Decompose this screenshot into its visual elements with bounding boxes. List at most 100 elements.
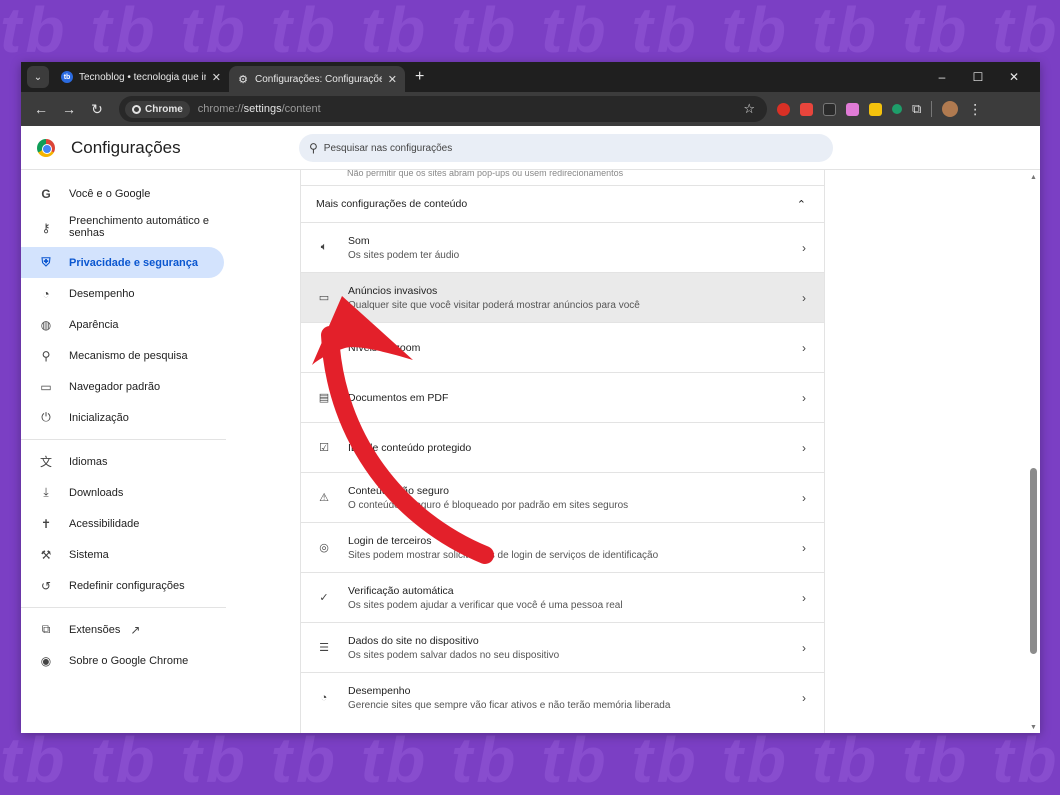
sidebar-item-performance[interactable]: ◔ Desempenho <box>21 278 231 309</box>
row-title: Verificação automática <box>348 584 454 597</box>
download-icon: ⤓ <box>43 485 49 499</box>
sidebar-item-appearance[interactable]: ◍ Aparência <box>21 309 231 340</box>
row-sound[interactable]: 🔈︎ Som Os sites podem ter áudio › <box>301 222 824 272</box>
row-intrusive-ads[interactable]: ▭ Anúncios invasivos Qualquer site que voc… <box>301 272 824 322</box>
scrollbar-thumb[interactable] <box>1030 468 1037 654</box>
row-title: Anúncios invasivos <box>348 284 438 297</box>
sidebar-item-system[interactable]: ⚒ Sistema <box>21 539 231 570</box>
close-window-button[interactable]: ✕ <box>996 70 1032 84</box>
row-subtitle: Qualquer site que você visitar poderá mo… <box>348 299 640 311</box>
tb-icon: tb <box>61 71 73 83</box>
partial-row-text: Não permitir que os sites abram pop-ups … <box>301 170 824 186</box>
sidebar-item-label: Sobre o Google Chrome <box>69 654 189 667</box>
sidebar-item-label: Privacidade e segurança <box>69 256 199 269</box>
avatar[interactable] <box>942 101 959 117</box>
row-performance[interactable]: ◔ Desempenho Gerencie sites que sempre vão… <box>301 672 824 722</box>
extension-pink-icon[interactable] <box>846 102 859 116</box>
tab-tecnoblog[interactable]: tb Tecnoblog • tecnologia que inte ✕ <box>53 62 229 92</box>
search-placeholder: Pesquisar nas configurações <box>323 142 453 154</box>
sidebar-item-label: Extensões <box>69 623 121 636</box>
maximize-button[interactable]: ☐ <box>960 70 996 84</box>
chevron-right-icon: › <box>802 390 806 405</box>
sidebar-item-label: Navegador padrão <box>69 380 161 393</box>
back-arrow-icon[interactable]: ← <box>27 101 55 117</box>
page-title: Configurações <box>71 137 181 157</box>
settings-search-input[interactable]: ⚲ Pesquisar nas configurações <box>299 134 833 162</box>
sidebar-item-about[interactable]: ◉ Sobre o Google Chrome <box>21 645 231 676</box>
new-tab-button[interactable]: + <box>415 68 424 86</box>
extension-lt-icon[interactable] <box>823 102 836 116</box>
shield-icon: ⛨ <box>41 255 51 269</box>
row-auto-verification[interactable]: ✓ Verificação automática Os sites podem aj… <box>301 572 824 622</box>
chrome-icon <box>132 104 141 114</box>
puzzle-icon[interactable]: ⧉ <box>912 101 921 117</box>
sidebar-item-autofill[interactable]: ⚷ Preenchimento automático e senhas <box>21 209 231 247</box>
sidebar-item-label: Redefinir configurações <box>69 579 185 592</box>
translate-icon: 文 <box>39 455 52 469</box>
gear-icon: ⚙ <box>238 73 248 86</box>
sidebar-item-accessibility[interactable]: ✝ Acessibilidade <box>21 508 231 539</box>
bookmark-star-icon[interactable]: ☆ <box>743 101 755 117</box>
row-insecure-content[interactable]: ⚠ Conteúdo não seguro O conteúdo inseguro … <box>301 472 824 522</box>
site-chip[interactable]: Chrome <box>125 100 190 118</box>
row-subtitle: Sites podem mostrar solicitações de logi… <box>348 549 659 561</box>
sidebar-item-label: Sistema <box>69 548 109 561</box>
sidebar-item-languages[interactable]: 文 Idiomas <box>21 446 231 477</box>
row-zoom-levels[interactable]: ⊕ Níveis de zoom › <box>301 322 824 372</box>
menu-dots-icon[interactable]: ⋮ <box>968 101 982 118</box>
sidebar-item-startup[interactable]: ⏻ Inicialização <box>21 402 231 433</box>
wrench-icon: ⚒ <box>40 547 52 562</box>
forward-arrow-icon[interactable]: → <box>55 101 83 117</box>
background-pattern-bottom: tb tb tb tb tb tb tb tb tb tb tb tb tb t… <box>0 725 1060 795</box>
scroll-up-arrow-icon[interactable]: ▲ <box>1030 174 1037 181</box>
sidebar-item-reset[interactable]: ↺ Redefinir configurações <box>21 570 231 601</box>
extension-green-icon[interactable] <box>892 104 902 114</box>
row-subtitle: Os sites podem ter áudio <box>348 249 460 261</box>
sidebar-item-privacy[interactable]: ⛨ Privacidade e segurança <box>21 247 224 278</box>
settings-sidebar: G Você e o Google ⚷ Preenchimento automáti… <box>21 178 231 676</box>
row-site-data[interactable]: ☰ Dados do site no dispositivo Os sites po… <box>301 622 824 672</box>
sidebar-item-extensions[interactable]: ⧉ Extensões ↗ <box>21 614 231 645</box>
tab-settings[interactable]: ⚙ Configurações: Configurações d ✕ <box>229 66 405 92</box>
url-suffix: /content <box>281 103 321 115</box>
sidebar-item-label: Aparência <box>69 318 119 331</box>
reload-icon[interactable]: ↻ <box>83 101 111 118</box>
row-pdf-documents[interactable]: ▤ Documentos em PDF › <box>301 372 824 422</box>
row-protected-content[interactable]: ☑ IDs de conteúdo protegido › <box>301 422 824 472</box>
page-scrollbar[interactable]: ▲ ▼ <box>1026 170 1040 733</box>
section-header-more-content-settings[interactable]: Mais configurações de conteúdo ⌃ <box>301 186 824 222</box>
chevron-up-icon[interactable]: ⌃ <box>797 198 806 211</box>
tab-search-button[interactable]: ⌄ <box>27 66 49 88</box>
google-g-icon: G <box>41 186 51 201</box>
background-pattern-top: tb tb tb tb tb tb tb tb tb tb tb tb tb t… <box>0 0 1060 60</box>
row-title: Dados do site no dispositivo <box>348 634 479 647</box>
scroll-down-arrow-icon[interactable]: ▼ <box>1030 724 1037 731</box>
sidebar-item-you-and-google[interactable]: G Você e o Google <box>21 178 231 209</box>
search-icon: ⚲ <box>309 141 318 155</box>
minimize-button[interactable]: – <box>924 70 960 84</box>
row-third-party-login[interactable]: ◎ Login de terceiros Sites podem mostrar s… <box>301 522 824 572</box>
sidebar-item-default-browser[interactable]: ▭ Navegador padrão <box>21 371 231 402</box>
sidebar-item-label: Você e o Google <box>69 187 151 200</box>
address-bar[interactable]: Chrome chrome://settings/content ☆ <box>119 96 767 122</box>
extension-red-icon[interactable] <box>777 102 790 116</box>
palette-icon: ◍ <box>40 317 52 332</box>
row-title: Desempenho <box>348 684 411 697</box>
extension-yellow-icon[interactable] <box>869 102 882 116</box>
chevron-right-icon: › <box>802 340 806 355</box>
chevron-right-icon: › <box>802 690 806 705</box>
sidebar-item-downloads[interactable]: ⤓ Downloads <box>21 477 231 508</box>
database-icon: ☰ <box>319 642 329 654</box>
sidebar-item-search-engine[interactable]: ⚲ Mecanismo de pesquisa <box>21 340 231 371</box>
close-icon[interactable]: ✕ <box>388 73 397 86</box>
close-icon[interactable]: ✕ <box>212 71 221 84</box>
extension-stripes-icon[interactable] <box>800 102 813 116</box>
row-subtitle: O conteúdo inseguro é bloqueado por padr… <box>348 499 629 511</box>
url-main: settings <box>243 103 282 115</box>
chrome-icon: ◉ <box>40 653 52 668</box>
gauge-icon: ◔ <box>320 691 328 704</box>
row-title: Som <box>348 234 370 247</box>
zoom-icon: ⊕ <box>319 342 329 354</box>
sidebar-item-label: Acessibilidade <box>69 517 140 530</box>
chevron-right-icon: › <box>802 240 806 255</box>
